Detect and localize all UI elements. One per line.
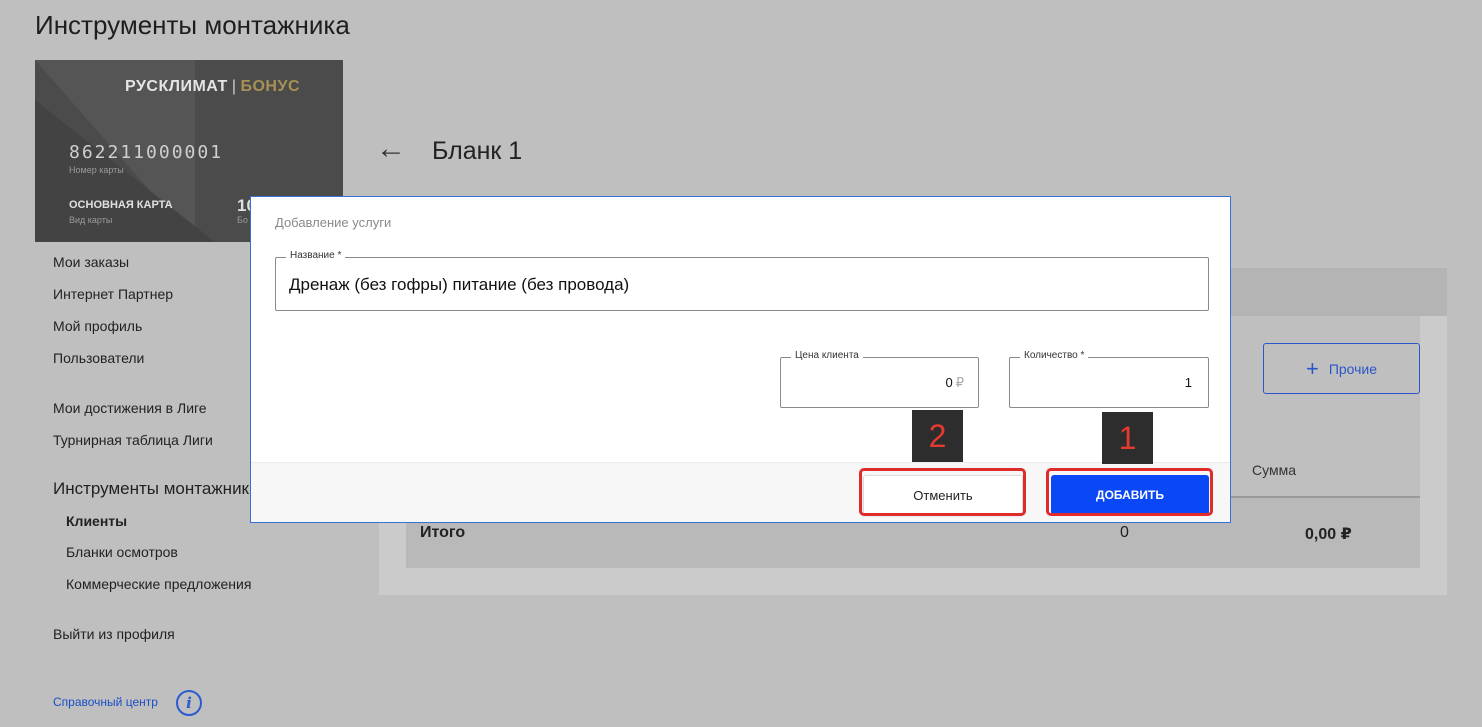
card-brand-bonus: БОНУС: [240, 78, 300, 95]
service-name-field[interactable]: Название * Дренаж (без гофры) питание (б…: [275, 250, 1209, 311]
service-name-value[interactable]: Дренаж (без гофры) питание (без провода): [289, 275, 629, 295]
blank-title: Бланк 1: [432, 137, 523, 165]
sidebar-item-orders[interactable]: Мои заказы: [53, 254, 129, 270]
card-number: 862211000001: [69, 142, 224, 163]
sidebar-item-commercial-offers[interactable]: Коммерческие предложения: [66, 576, 251, 592]
add-other-label: Прочие: [1328, 360, 1378, 377]
client-price-number: 0: [945, 375, 953, 390]
card-type-label: Вид карты: [69, 215, 113, 225]
annotation-highlight-add: [1046, 468, 1213, 516]
sidebar-item-league-table[interactable]: Турнирная таблица Лиги: [53, 432, 213, 448]
card-balance-label: Бо: [237, 215, 248, 225]
info-icon[interactable]: i: [176, 690, 202, 716]
annotation-highlight-cancel: [859, 468, 1026, 516]
annotation-badge-1: 1: [1102, 412, 1153, 464]
plus-icon: +: [1305, 355, 1319, 381]
sidebar-item-clients[interactable]: Клиенты: [66, 513, 127, 529]
dialog-title: Добавление услуги: [275, 215, 392, 230]
card-type: ОСНОВНАЯ КАРТА: [69, 199, 173, 211]
card-number-label: Номер карты: [69, 165, 124, 175]
page-title: Инструменты монтажника: [35, 10, 350, 40]
quantity-value[interactable]: 1: [1185, 375, 1192, 390]
add-other-button[interactable]: + Прочие: [1263, 343, 1420, 394]
card-brand: РУСКЛИМАТ | БОНУС: [125, 78, 300, 96]
service-name-label: Название *: [286, 250, 346, 261]
annotation-badge-2: 2: [912, 410, 963, 462]
quantity-field[interactable]: Количество * 1: [1009, 350, 1209, 408]
column-header-sum: Сумма: [1252, 462, 1296, 478]
card-brand-separator: |: [231, 78, 237, 95]
total-sum: 0,00 ₽: [1305, 526, 1352, 543]
sidebar-item-users[interactable]: Пользователи: [53, 350, 144, 366]
ruble-icon: ₽: [955, 375, 964, 390]
card-brand-name: РУСКЛИМАТ: [125, 78, 228, 95]
help-center-link[interactable]: Справочный центр: [53, 695, 158, 709]
sidebar-section-installer-tools[interactable]: Инструменты монтажника: [53, 479, 259, 499]
sidebar-item-logout[interactable]: Выйти из профиля: [53, 626, 175, 642]
sidebar-item-inspection-forms[interactable]: Бланки осмотров: [66, 544, 178, 560]
client-price-field[interactable]: Цена клиента 0 ₽: [780, 350, 979, 408]
quantity-label: Количество *: [1020, 350, 1089, 361]
client-price-label: Цена клиента: [791, 350, 863, 361]
client-price-value[interactable]: 0 ₽: [945, 375, 964, 391]
total-label: Итого: [420, 524, 466, 541]
total-quantity: 0: [1120, 524, 1129, 541]
arrow-left-icon[interactable]: ←: [376, 134, 406, 164]
sidebar-item-achievements[interactable]: Мои достижения в Лиге: [53, 400, 207, 416]
sidebar-item-profile[interactable]: Мой профиль: [53, 318, 142, 334]
card-decoration: [35, 100, 215, 242]
sidebar-item-internet-partner[interactable]: Интернет Партнер: [53, 286, 173, 302]
